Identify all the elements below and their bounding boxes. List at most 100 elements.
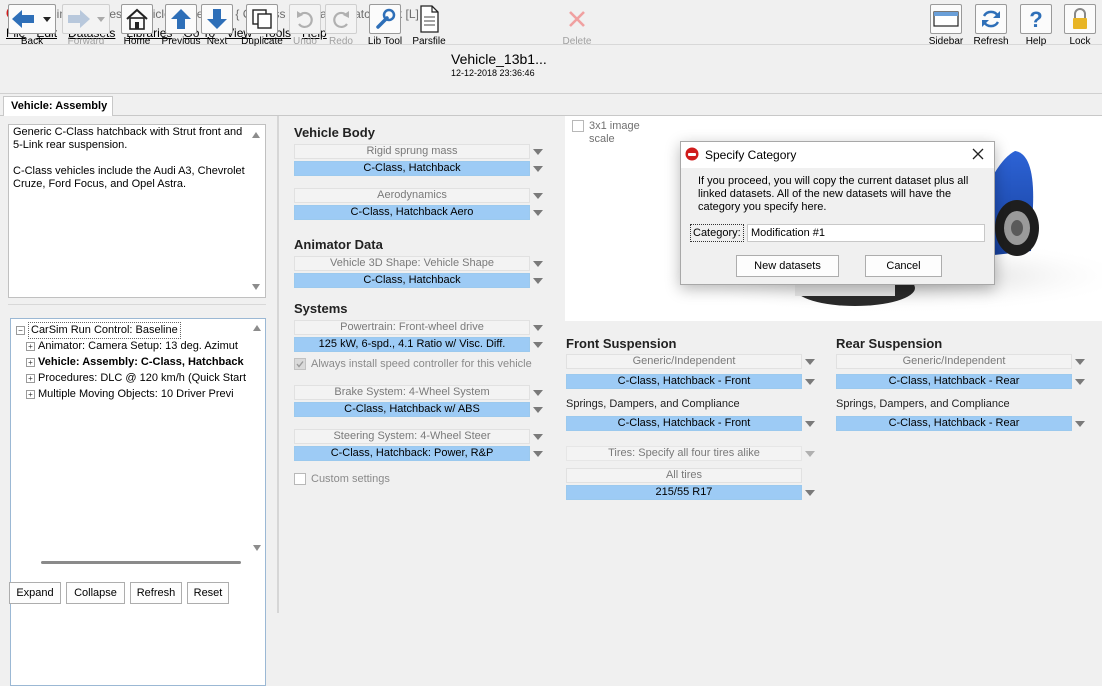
chevron-down-icon[interactable] [802, 374, 818, 389]
aerodynamics-dataset[interactable]: C-Class, Hatchback Aero [294, 205, 530, 220]
expand-icon[interactable]: + [26, 341, 35, 351]
front-springs-dataset[interactable]: C-Class, Hatchback - Front [566, 416, 802, 431]
powertrain-category[interactable]: Powertrain: Front-wheel drive [294, 320, 530, 335]
tires-mode-select[interactable]: Tires: Specify all four tires alike [566, 446, 802, 461]
dataset-timestamp: 12-12-2018 23:36:46 [451, 68, 535, 78]
refresh-tree-button[interactable]: Refresh [130, 582, 182, 604]
vehicle-shape-dataset[interactable]: C-Class, Hatchback [294, 273, 530, 288]
speed-controller-checkbox[interactable]: Always install speed controller for this… [294, 358, 532, 370]
chevron-down-icon[interactable] [802, 446, 818, 461]
chevron-down-icon[interactable] [530, 402, 546, 417]
image-scale-checkbox[interactable]: 3x1 image scale [572, 120, 649, 146]
custom-settings-checkbox[interactable]: Custom settings [294, 473, 390, 485]
toolbar [0, 44, 1102, 94]
next-button[interactable]: Next [200, 4, 234, 50]
close-icon [972, 148, 984, 160]
forward-button[interactable]: Forward [62, 4, 110, 50]
chevron-down-icon[interactable] [530, 337, 546, 352]
chevron-down-icon[interactable] [530, 273, 546, 288]
brake-category[interactable]: Brake System: 4-Wheel System [294, 385, 530, 400]
chevron-down-icon[interactable] [530, 144, 546, 159]
question-mark-icon: ? [1029, 7, 1042, 31]
powertrain-dataset[interactable]: 125 kW, 6-spd., 4.1 Ratio w/ Visc. Diff. [294, 337, 530, 352]
chevron-down-icon[interactable] [1072, 374, 1088, 389]
rear-springs-dataset[interactable]: C-Class, Hatchback - Rear [836, 416, 1072, 431]
aerodynamics-category[interactable]: Aerodynamics [294, 188, 530, 203]
duplicate-button[interactable]: Duplicate [240, 4, 284, 50]
animator-data-heading: Animator Data [294, 237, 383, 252]
redo-button[interactable]: Redo [324, 4, 358, 50]
tree-item[interactable]: + Animator: Camera Setup: 13 deg. Azimut [16, 338, 265, 354]
chevron-down-icon[interactable] [1072, 354, 1088, 369]
steering-dataset[interactable]: C-Class, Hatchback: Power, R&P [294, 446, 530, 461]
chevron-down-icon[interactable] [530, 446, 546, 461]
tree-item[interactable]: + Procedures: DLC @ 120 km/h (Quick Star… [16, 370, 265, 386]
sidebar-button[interactable]: Sidebar [927, 4, 965, 50]
left-panel: Generic C-Class hatchback with Strut fro… [0, 116, 279, 686]
chevron-down-icon[interactable] [530, 188, 546, 203]
expand-icon[interactable]: + [26, 373, 35, 383]
refresh-icon [982, 10, 1000, 28]
lock-button[interactable]: Lock [1063, 4, 1097, 50]
brake-dataset[interactable]: C-Class, Hatchback w/ ABS [294, 402, 530, 417]
collapse-button[interactable]: Collapse [66, 582, 125, 604]
chevron-down-icon[interactable] [530, 256, 546, 271]
tree-vscrollbar[interactable] [250, 319, 265, 557]
notes-box[interactable]: Generic C-Class hatchback with Strut fro… [8, 124, 266, 298]
back-arrow-icon [12, 10, 51, 28]
dialog-close-button[interactable] [971, 147, 987, 163]
chevron-down-icon[interactable] [1072, 416, 1088, 431]
back-button[interactable]: Back [8, 4, 56, 50]
tab-vehicle-assembly[interactable]: Vehicle: Assembly [3, 96, 113, 116]
chevron-down-icon[interactable] [802, 485, 818, 500]
chevron-down-icon[interactable] [530, 320, 546, 335]
chevron-down-icon[interactable] [530, 205, 546, 220]
tires-dataset[interactable]: 215/55 R17 [566, 485, 802, 500]
rear-suspension-category[interactable]: Generic/Independent [836, 354, 1072, 369]
chevron-down-icon[interactable] [802, 354, 818, 369]
lib-tool-button[interactable]: Lib Tool [366, 4, 404, 50]
help-button[interactable]: ? Help [1019, 4, 1053, 50]
front-suspension-category[interactable]: Generic/Independent [566, 354, 802, 369]
lock-icon [1073, 8, 1087, 29]
tree-hscrollbar[interactable] [11, 557, 249, 571]
expand-button[interactable]: Expand [9, 582, 61, 604]
refresh-toolbar-button[interactable]: Refresh [974, 4, 1009, 50]
specify-category-dialog: Specify Category If you proceed, you wil… [680, 141, 995, 285]
expand-icon[interactable]: + [26, 357, 35, 367]
duplicate-icon [252, 9, 272, 29]
new-datasets-button[interactable]: New datasets [736, 255, 839, 277]
expand-icon[interactable]: + [26, 389, 35, 399]
home-button[interactable]: Home [120, 4, 154, 50]
rigid-sprung-mass-dataset[interactable]: C-Class, Hatchback [294, 161, 530, 176]
parsfile-button[interactable]: Parsfile [412, 4, 446, 50]
reset-button[interactable]: Reset [187, 582, 229, 604]
front-suspension-heading: Front Suspension [566, 336, 677, 351]
chevron-down-icon[interactable] [530, 429, 546, 444]
run-tree[interactable]: − CarSim Run Control: Baseline + Animato… [10, 318, 266, 686]
front-suspension-dataset[interactable]: C-Class, Hatchback - Front [566, 374, 802, 389]
notes-scrollbar[interactable] [248, 126, 264, 296]
tree-root[interactable]: − CarSim Run Control: Baseline [16, 321, 265, 339]
category-input[interactable]: Modification #1 [747, 224, 985, 242]
chevron-down-icon[interactable] [530, 385, 546, 400]
delete-button[interactable]: Delete [560, 4, 594, 50]
rear-suspension-heading: Rear Suspension [836, 336, 943, 351]
tree-item[interactable]: + Multiple Moving Objects: 10 Driver Pre… [16, 386, 265, 402]
undo-button[interactable]: Undo [288, 4, 322, 50]
previous-button[interactable]: Previous [162, 4, 200, 50]
cancel-button[interactable]: Cancel [865, 255, 942, 277]
rear-suspension-dataset[interactable]: C-Class, Hatchback - Rear [836, 374, 1072, 389]
vehicle-body-heading: Vehicle Body [294, 125, 375, 140]
vehicle-shape-category[interactable]: Vehicle 3D Shape: Vehicle Shape [294, 256, 530, 271]
steering-category[interactable]: Steering System: 4-Wheel Steer [294, 429, 530, 444]
panel-divider [8, 304, 266, 305]
tree-item[interactable]: + Vehicle: Assembly: C-Class, Hatchback [16, 354, 265, 370]
collapse-icon[interactable]: − [16, 325, 25, 335]
chevron-down-icon[interactable] [802, 416, 818, 431]
notes-line-2: C-Class vehicles include the Audi A3, Ch… [13, 165, 245, 190]
tires-category[interactable]: All tires [566, 468, 802, 483]
rigid-sprung-mass-category[interactable]: Rigid sprung mass [294, 144, 530, 159]
chevron-down-icon[interactable] [530, 161, 546, 176]
scroll-thumb[interactable] [41, 561, 241, 564]
